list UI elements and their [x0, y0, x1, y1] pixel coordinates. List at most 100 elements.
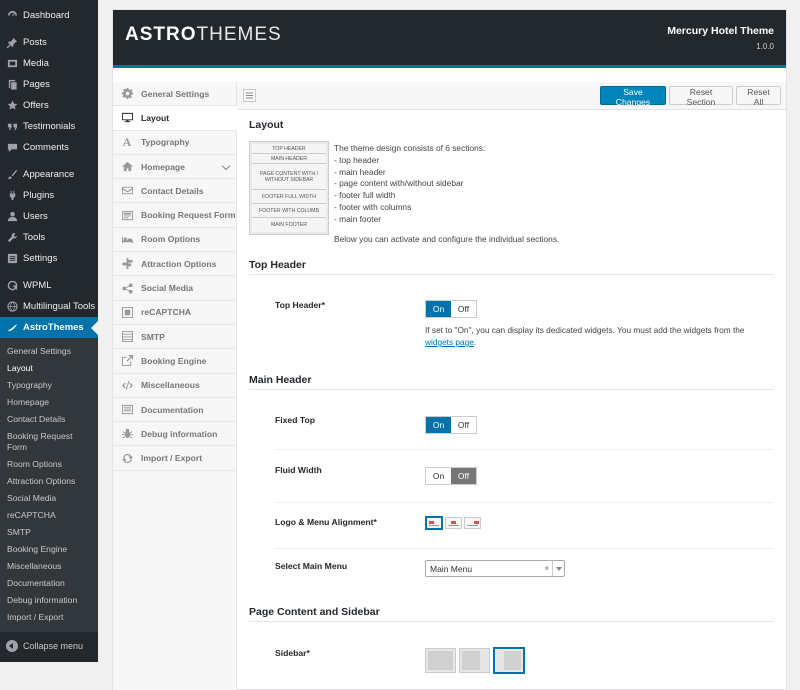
- reset-section-button[interactable]: Reset Section: [669, 86, 733, 107]
- chevron-down-icon[interactable]: [221, 161, 231, 171]
- main-menu-select[interactable]: Main Menu ×: [425, 560, 565, 577]
- diagram-main-header: MAIN HEADER: [252, 154, 326, 164]
- monitor-icon: [121, 112, 133, 124]
- options-content: Layout TOP HEADER MAIN HEADER PAGE CONTE…: [249, 119, 774, 690]
- submenu-item[interactable]: Documentation: [0, 575, 98, 592]
- select-main-menu-label: Select Main Menu: [275, 561, 348, 571]
- toggle-on[interactable]: On: [426, 468, 451, 484]
- menu-offers[interactable]: Offers: [0, 95, 98, 116]
- toggle-on[interactable]: On: [426, 301, 451, 317]
- alignment-left-option[interactable]: [425, 516, 443, 530]
- alignment-right-option[interactable]: [464, 517, 481, 529]
- nav-debug-information[interactable]: Debug information: [113, 422, 236, 447]
- submenu-item[interactable]: Social Media: [0, 490, 98, 507]
- clear-icon[interactable]: ×: [544, 564, 549, 573]
- nav-contact-details[interactable]: Contact Details: [113, 179, 236, 204]
- astro-icon: [6, 322, 18, 334]
- menu-pages[interactable]: Pages: [0, 74, 98, 95]
- toggle-off[interactable]: Off: [451, 301, 476, 317]
- menu-media[interactable]: Media: [0, 53, 98, 74]
- media-icon: [6, 58, 18, 70]
- submenu-item[interactable]: General Settings: [0, 343, 98, 360]
- fluid-width-toggle[interactable]: On Off: [425, 467, 477, 485]
- nav-recaptcha[interactable]: reCAPTCHA: [113, 301, 236, 325]
- chevron-down-icon[interactable]: [552, 561, 564, 576]
- nav-social-media[interactable]: Social Media: [113, 276, 236, 301]
- nav-typography[interactable]: A Typography: [113, 131, 236, 155]
- submenu-item[interactable]: Import / Export: [0, 609, 98, 626]
- menu-testimonials[interactable]: Testimonials: [0, 116, 98, 137]
- form-icon: [121, 209, 133, 221]
- fixed-top-toggle[interactable]: On Off: [425, 416, 477, 434]
- bed-icon: [121, 233, 133, 245]
- diagram-footer-full-width: FOOTER FULL WIDTH: [252, 190, 326, 204]
- nav-documentation[interactable]: Documentation: [113, 398, 236, 423]
- dashboard-icon: [6, 10, 18, 22]
- nav-layout[interactable]: Layout: [113, 106, 237, 131]
- menu-line: [429, 525, 439, 526]
- top-header-toggle[interactable]: On Off: [425, 300, 477, 318]
- divider: [275, 548, 774, 549]
- menu-tools[interactable]: Tools: [0, 227, 98, 248]
- brand-header: ASTROTHEMES Mercury Hotel Theme 1.0.0: [113, 10, 786, 68]
- astrothemes-logo: ASTROTHEMES: [125, 24, 282, 45]
- submenu-item[interactable]: Debug information: [0, 592, 98, 609]
- diagram-footer-columns: FOOTER WITH COLUMB: [252, 204, 326, 218]
- submenu-item[interactable]: Contact Details: [0, 411, 98, 428]
- toggle-off[interactable]: Off: [451, 468, 476, 484]
- menu-dashboard[interactable]: Dashboard: [0, 5, 98, 26]
- nav-attraction-options[interactable]: Attraction Options: [113, 252, 236, 277]
- collapse-menu-button[interactable]: Collapse menu: [0, 632, 98, 652]
- divider: [275, 449, 774, 450]
- nav-booking-request-form[interactable]: Booking Request Form: [113, 203, 236, 228]
- nav-homepage[interactable]: Homepage: [113, 155, 236, 180]
- menu-astrothemes[interactable]: AstroThemes: [0, 317, 98, 338]
- sidebar-none-option[interactable]: [425, 648, 456, 673]
- menu-wpml[interactable]: WPML: [0, 275, 98, 296]
- document-icon: [121, 404, 133, 416]
- submenu-item[interactable]: Layout: [0, 360, 98, 377]
- diagram-top-header: TOP HEADER: [252, 144, 326, 154]
- astrothemes-submenu: General Settings Layout Typography Homep…: [0, 338, 98, 632]
- alignment-center-option[interactable]: [445, 517, 462, 529]
- submenu-item[interactable]: Room Options: [0, 456, 98, 473]
- menu-posts[interactable]: Posts: [0, 32, 98, 53]
- submenu-item[interactable]: Typography: [0, 377, 98, 394]
- submenu-item[interactable]: SMTP: [0, 524, 98, 541]
- reset-all-button[interactable]: Reset All: [736, 86, 781, 107]
- nav-miscellaneous[interactable]: Miscellaneous: [113, 374, 236, 398]
- submenu-item[interactable]: Miscellaneous: [0, 558, 98, 575]
- save-changes-button[interactable]: Save Changes: [600, 86, 666, 107]
- toggle-on[interactable]: On: [426, 417, 451, 433]
- sidebar-right-option[interactable]: [459, 648, 490, 673]
- submenu-item[interactable]: reCAPTCHA: [0, 507, 98, 524]
- nav-general-settings[interactable]: General Settings: [113, 82, 236, 107]
- content-area: [428, 651, 453, 670]
- divider: [275, 502, 774, 503]
- expand-icon[interactable]: [243, 89, 256, 102]
- envelope-icon: [121, 185, 133, 197]
- font-icon: A: [122, 134, 132, 149]
- menu-plugins[interactable]: Plugins: [0, 185, 98, 206]
- comment-icon: [6, 142, 18, 154]
- nav-smtp[interactable]: SMTP: [113, 325, 236, 350]
- submenu-item[interactable]: Attraction Options: [0, 473, 98, 490]
- toggle-off[interactable]: Off: [451, 417, 476, 433]
- sidebar-left-option[interactable]: [493, 647, 525, 674]
- layout-section-title: Layout: [249, 119, 284, 131]
- menu-comments[interactable]: Comments: [0, 137, 98, 158]
- widgets-page-link[interactable]: widgets page: [425, 337, 474, 347]
- nav-room-options[interactable]: Room Options: [113, 228, 236, 253]
- menu-settings[interactable]: Settings: [0, 248, 98, 269]
- submenu-item[interactable]: Booking Request Form: [0, 428, 80, 456]
- submenu-item[interactable]: Homepage: [0, 394, 98, 411]
- menu-appearance[interactable]: Appearance: [0, 164, 98, 185]
- sidebar-label: Sidebar*: [275, 648, 310, 658]
- menu-users[interactable]: Users: [0, 206, 98, 227]
- brush-icon: [6, 169, 18, 181]
- menu-multilingual-tools[interactable]: Multilingual Tools: [0, 296, 98, 317]
- nav-booking-engine[interactable]: Booking Engine: [113, 349, 236, 374]
- submenu-item[interactable]: Booking Engine: [0, 541, 98, 558]
- nav-import-export[interactable]: Import / Export: [113, 446, 236, 471]
- fixed-top-label: Fixed Top: [275, 415, 315, 425]
